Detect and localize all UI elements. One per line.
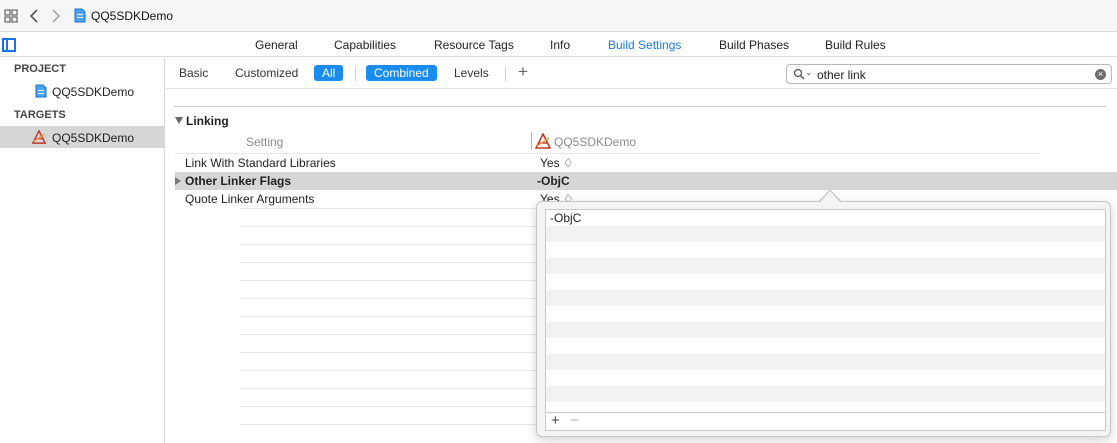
column-divider [531, 132, 532, 150]
setting-value-popup[interactable]: Yes ♢ [540, 156, 574, 170]
row-divider [240, 388, 536, 389]
project-file-icon [35, 84, 47, 98]
disclosure-triangle-icon[interactable] [175, 177, 181, 185]
section-title: Linking [186, 114, 229, 128]
tab-build-settings[interactable]: Build Settings [608, 38, 681, 52]
setting-name: Quote Linker Arguments [185, 192, 315, 206]
list-item-empty[interactable] [546, 338, 1105, 354]
list-item[interactable]: -ObjC [546, 210, 1105, 226]
window-title[interactable]: QQ5SDKDemo [91, 9, 173, 23]
filter-separator [505, 67, 506, 81]
list-item-empty[interactable] [546, 386, 1105, 402]
row-divider [240, 244, 536, 245]
tab-info[interactable]: Info [550, 38, 570, 52]
tab-general[interactable]: General [255, 38, 298, 52]
app-target-icon [32, 130, 46, 144]
list-item-empty[interactable] [546, 290, 1105, 306]
list-item-empty[interactable] [546, 258, 1105, 274]
row-divider [240, 370, 536, 371]
search-field[interactable]: ⌄ other link × [786, 64, 1112, 84]
column-header-target[interactable]: QQ5SDKDemo [554, 135, 636, 149]
table-divider [174, 106, 1106, 107]
app-target-icon [535, 133, 551, 149]
list-item-empty[interactable] [546, 354, 1105, 370]
forward-arrow-icon[interactable] [50, 7, 62, 25]
basic-filter-button[interactable]: Basic [179, 66, 208, 80]
target-item[interactable]: QQ5SDKDemo [0, 126, 164, 148]
search-options-chevron-icon[interactable]: ⌄ [805, 67, 813, 78]
project-item[interactable]: QQ5SDKDemo [0, 80, 164, 102]
combined-view-button[interactable]: Combined [366, 65, 437, 81]
tab-build-phases[interactable]: Build Phases [719, 38, 789, 52]
all-filter-button[interactable]: All [314, 65, 344, 81]
setting-value[interactable]: -ObjC [537, 174, 570, 188]
grid-icon[interactable] [4, 9, 18, 23]
add-item-button[interactable]: + [551, 412, 560, 429]
list-item-empty[interactable] [546, 402, 1105, 412]
linker-flags-popover: -ObjC + − [536, 201, 1111, 437]
row-divider [240, 424, 536, 425]
levels-view-button[interactable]: Levels [454, 66, 489, 80]
popover-arrow-fill [819, 191, 841, 203]
setting-row-link-standard-libraries[interactable]: Link With Standard Libraries Yes ♢ [175, 154, 1106, 172]
row-divider [240, 208, 536, 209]
row-divider [240, 226, 536, 227]
tab-build-rules[interactable]: Build Rules [825, 38, 886, 52]
linker-flags-list[interactable]: -ObjC [545, 209, 1106, 413]
list-item-empty[interactable] [546, 370, 1105, 386]
setting-row-other-linker-flags[interactable]: Other Linker Flags -ObjC [175, 172, 1117, 190]
tab-resource-tags[interactable]: Resource Tags [434, 38, 514, 52]
row-divider [240, 406, 536, 407]
row-divider [240, 334, 536, 335]
remove-item-button[interactable]: − [570, 412, 579, 429]
project-file-icon [74, 8, 86, 23]
list-item-empty[interactable] [546, 242, 1105, 258]
tab-capabilities[interactable]: Capabilities [334, 38, 396, 52]
targets-header: TARGETS [14, 109, 66, 121]
list-item-empty[interactable] [546, 274, 1105, 290]
filter-separator [355, 67, 356, 81]
list-item-empty[interactable] [546, 226, 1105, 242]
setting-name: Other Linker Flags [185, 174, 292, 188]
search-input[interactable]: other link [817, 68, 866, 82]
sidebar-toggle-icon[interactable] [2, 38, 16, 52]
row-divider [240, 280, 536, 281]
editor-tab-bar: General Capabilities Resource Tags Info … [0, 32, 1117, 57]
back-arrow-icon[interactable] [28, 7, 40, 25]
disclosure-triangle-icon[interactable] [175, 117, 183, 124]
column-header-setting[interactable]: Setting [246, 135, 283, 149]
row-divider [240, 316, 536, 317]
row-divider [240, 262, 536, 263]
build-settings-filter-bar: Basic Customized All Combined Levels + ⌄… [166, 58, 1117, 89]
setting-name: Link With Standard Libraries [185, 156, 336, 170]
clear-search-icon[interactable]: × [1095, 69, 1106, 80]
list-edit-bar: + − [545, 412, 1106, 431]
title-bar: QQ5SDKDemo [0, 0, 1117, 32]
row-divider [240, 298, 536, 299]
list-item-empty[interactable] [546, 306, 1105, 322]
add-setting-button[interactable]: + [518, 62, 528, 82]
customized-filter-button[interactable]: Customized [235, 66, 298, 80]
target-item-label: QQ5SDKDemo [52, 131, 135, 145]
project-item-label: QQ5SDKDemo [52, 85, 135, 99]
list-item-empty[interactable] [546, 322, 1105, 338]
project-navigator: PROJECT QQ5SDKDemo TARGETS QQ5SDKDemo [0, 58, 165, 443]
project-header: PROJECT [14, 63, 66, 75]
search-icon [793, 68, 805, 80]
section-header-linking[interactable]: Linking [175, 114, 229, 128]
row-divider [240, 352, 536, 353]
